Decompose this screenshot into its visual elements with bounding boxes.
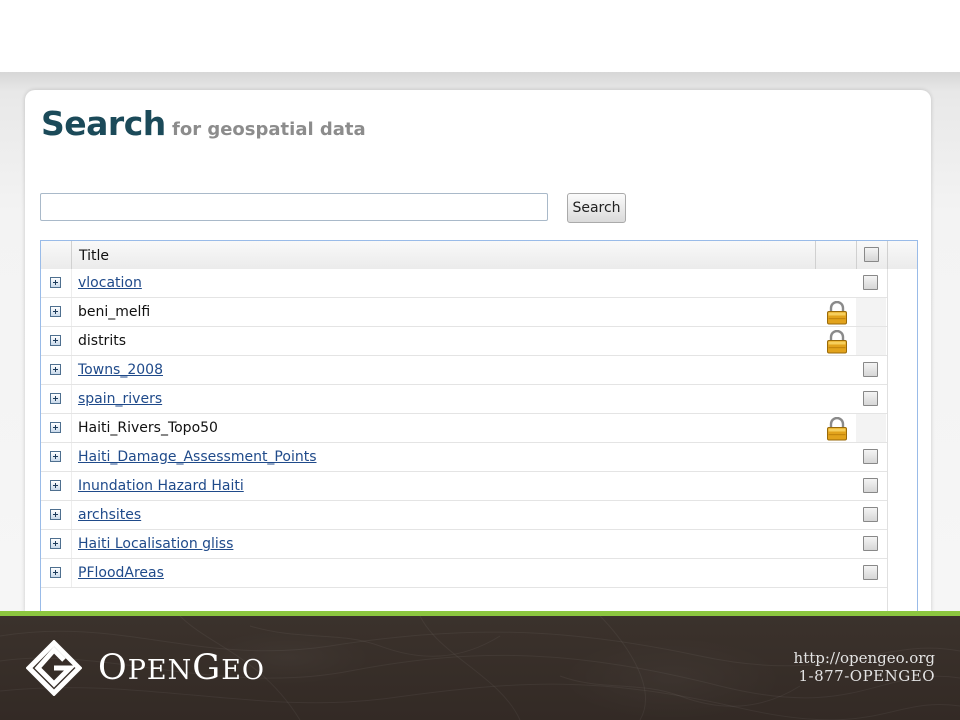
row-expander-cell [41, 414, 72, 442]
expand-plus-icon[interactable] [50, 335, 61, 346]
expand-plus-icon[interactable] [50, 364, 61, 375]
row-expander-cell [41, 356, 72, 384]
row-expander-cell [41, 269, 72, 297]
row-select-cell [856, 269, 886, 297]
row-select-checkbox[interactable] [863, 565, 878, 580]
search-panel: Search for geospatial data Search Title … [25, 90, 931, 612]
grid-scrollbar[interactable] [887, 269, 917, 612]
row-expander-cell [41, 327, 72, 355]
row-select-cell [856, 356, 886, 384]
row-select-checkbox[interactable] [863, 391, 878, 406]
expand-plus-icon[interactable] [50, 567, 61, 578]
search-input[interactable] [40, 193, 548, 221]
row-expander-cell [41, 501, 72, 529]
lock-icon [826, 416, 848, 441]
top-margin [0, 0, 960, 72]
row-expander-cell [41, 298, 72, 326]
row-select-cell [856, 559, 886, 587]
row-expander-cell [41, 472, 72, 500]
row-expander-cell [41, 559, 72, 587]
layer-title-link[interactable]: PFloodAreas [78, 565, 164, 581]
expand-plus-icon[interactable] [50, 480, 61, 491]
table-row[interactable]: beni_melfi [41, 298, 917, 327]
layer-title-link[interactable]: Haiti_Damage_Assessment_Points [78, 449, 317, 465]
page-title: Search [41, 104, 166, 143]
table-row[interactable]: vlocation [41, 269, 917, 298]
opengeo-logo-icon [26, 640, 82, 696]
column-header-title[interactable]: Title [79, 248, 109, 264]
row-select-cell [856, 414, 886, 442]
expand-plus-icon[interactable] [50, 538, 61, 549]
table-row[interactable]: Inundation Hazard Haiti [41, 472, 917, 501]
row-select-cell [856, 327, 886, 355]
row-expander-cell [41, 385, 72, 413]
grid-header: Title [41, 241, 917, 270]
results-grid: Title vlocation beni_melfi distrits Towns_2… [40, 240, 918, 612]
table-row[interactable]: PFloodAreas [41, 559, 917, 588]
layer-title: beni_melfi [78, 304, 151, 320]
footer: OPENGEO http://opengeo.org 1-877-OPENGEO [0, 616, 960, 720]
row-expander-cell [41, 443, 72, 471]
table-row[interactable]: Haiti Localisation gliss [41, 530, 917, 559]
layer-title-link[interactable]: Inundation Hazard Haiti [78, 478, 244, 494]
row-select-checkbox[interactable] [863, 536, 878, 551]
scrollbar-track[interactable] [887, 269, 917, 612]
row-select-cell [856, 298, 886, 326]
row-select-checkbox[interactable] [863, 449, 878, 464]
opengeo-wordmark: OPENGEO [98, 648, 266, 688]
expand-plus-icon[interactable] [50, 306, 61, 317]
row-select-cell [856, 443, 886, 471]
table-row[interactable]: Towns_2008 [41, 356, 917, 385]
layer-title-link[interactable]: Towns_2008 [78, 362, 163, 378]
header-select-column [856, 241, 888, 269]
search-button[interactable]: Search [567, 193, 626, 223]
row-select-checkbox[interactable] [863, 362, 878, 377]
row-expander-cell [41, 530, 72, 558]
layer-title-link[interactable]: vlocation [78, 275, 142, 291]
row-select-checkbox[interactable] [863, 478, 878, 493]
footer-url: http://opengeo.org [793, 649, 935, 667]
table-row[interactable]: Haiti_Damage_Assessment_Points [41, 443, 917, 472]
lock-icon [826, 300, 848, 325]
table-row[interactable]: distrits [41, 327, 917, 356]
table-row[interactable]: Haiti_Rivers_Topo50 [41, 414, 917, 443]
header-lock-column [815, 241, 856, 269]
row-select-cell [856, 472, 886, 500]
header-expander-column [41, 241, 72, 269]
row-select-cell [856, 530, 886, 558]
layer-title-link[interactable]: Haiti Localisation gliss [78, 536, 233, 552]
table-row[interactable]: archsites [41, 501, 917, 530]
expand-plus-icon[interactable] [50, 393, 61, 404]
expand-plus-icon[interactable] [50, 422, 61, 433]
row-select-cell [856, 385, 886, 413]
layer-title: distrits [78, 333, 126, 349]
row-select-cell [856, 501, 886, 529]
layer-title: Haiti_Rivers_Topo50 [78, 420, 218, 436]
page-subtitle: for geospatial data [172, 119, 366, 140]
table-row[interactable]: spain_rivers [41, 385, 917, 414]
row-select-checkbox[interactable] [863, 507, 878, 522]
lock-icon [826, 329, 848, 354]
select-all-checkbox[interactable] [864, 247, 879, 262]
expand-plus-icon[interactable] [50, 277, 61, 288]
footer-phone: 1-877-OPENGEO [798, 667, 935, 685]
layer-title-link[interactable]: spain_rivers [78, 391, 162, 407]
layer-title-link[interactable]: archsites [78, 507, 141, 523]
expand-plus-icon[interactable] [50, 509, 61, 520]
expand-plus-icon[interactable] [50, 451, 61, 462]
row-select-checkbox[interactable] [863, 275, 878, 290]
